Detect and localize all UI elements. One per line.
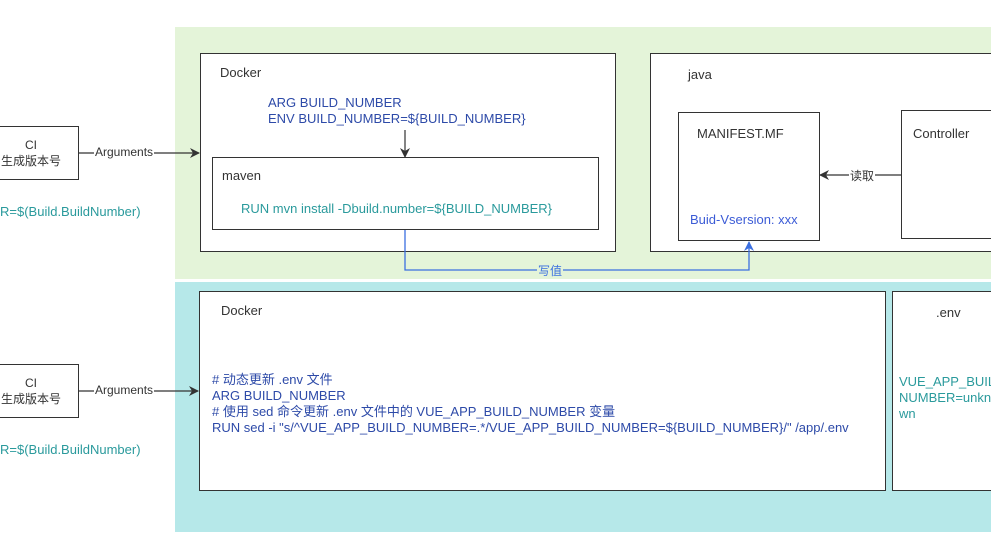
write-arrow (404, 230, 754, 271)
arguments-label-top: Arguments (94, 145, 155, 159)
write-label: 写值 (537, 262, 564, 279)
connectors (79, 130, 901, 396)
read-label: 读取 (849, 167, 876, 184)
arguments-label-bottom: Arguments (94, 383, 155, 397)
